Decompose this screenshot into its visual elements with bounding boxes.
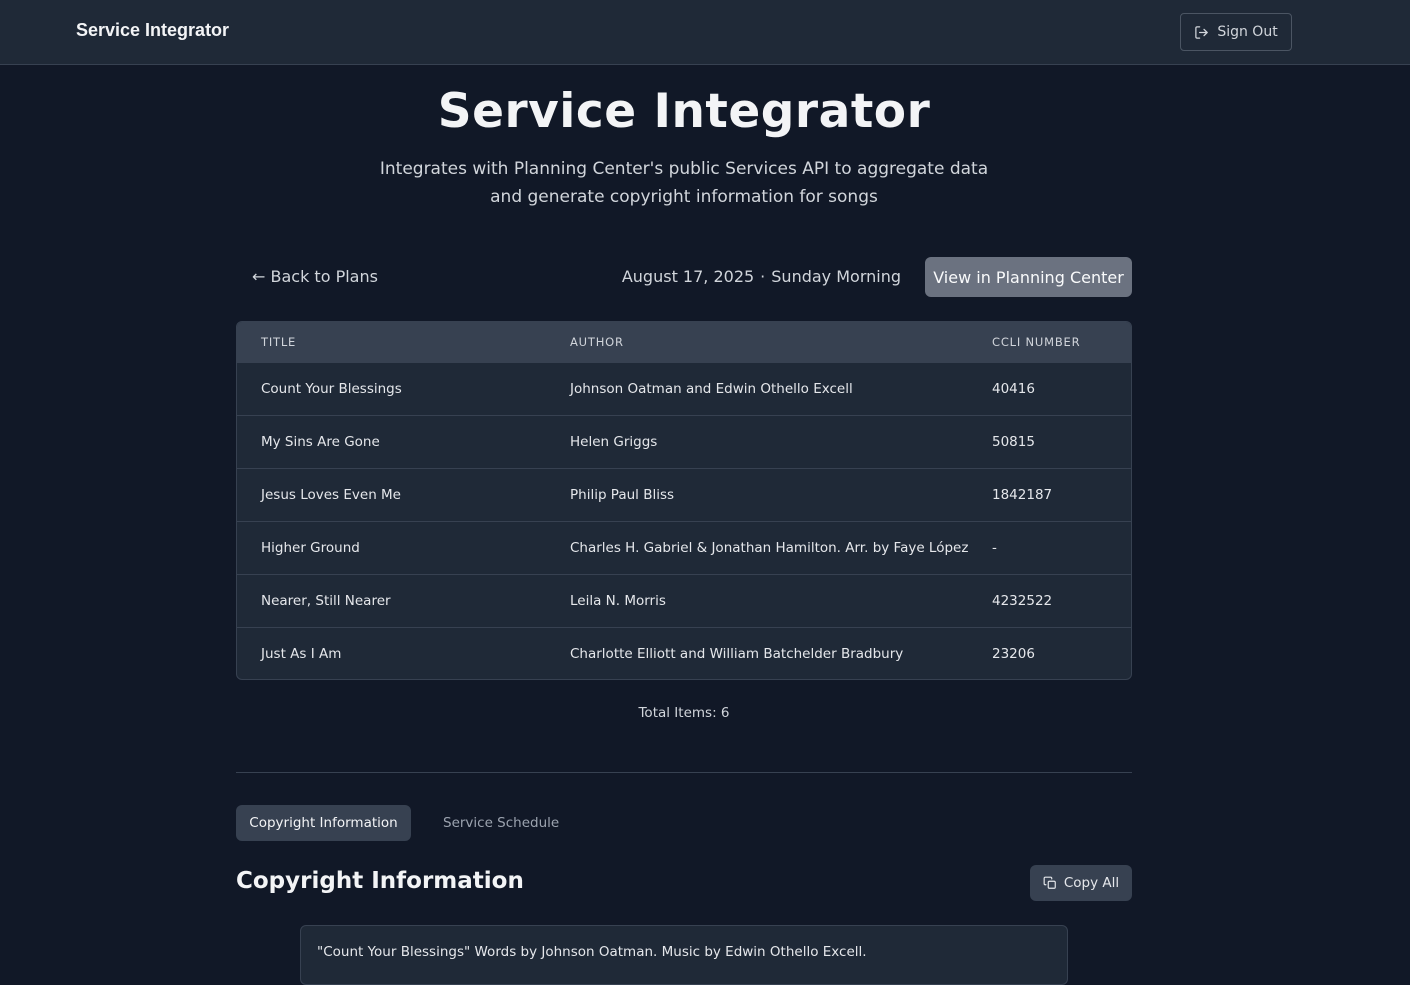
song-author: Philip Paul Bliss — [570, 486, 675, 503]
song-author: Helen Griggs — [570, 433, 658, 450]
copy-icon — [1043, 876, 1056, 889]
back-to-plans-link[interactable]: ← Back to Plans — [252, 267, 378, 286]
copy-all-button[interactable]: Copy All — [1030, 865, 1132, 901]
tab-service-schedule[interactable]: Service Schedule — [443, 805, 559, 841]
table-row: My Sins Are Gone Helen Griggs 50815 — [237, 415, 1131, 468]
song-title: My Sins Are Gone — [261, 433, 380, 450]
song-title: Nearer, Still Nearer — [261, 592, 391, 609]
table-row: Just As I Am Charlotte Elliott and Willi… — [237, 627, 1131, 679]
song-author: Johnson Oatman and Edwin Othello Excell — [570, 380, 853, 397]
song-author: Leila N. Morris — [570, 592, 666, 609]
table-row: Count Your Blessings Johnson Oatman and … — [237, 362, 1131, 415]
table-row: Higher Ground Charles H. Gabriel & Jonat… — [237, 521, 1131, 574]
sign-out-label: Sign Out — [1217, 24, 1278, 40]
song-ccli: 4232522 — [992, 592, 1053, 609]
sign-out-button[interactable]: Sign Out — [1180, 13, 1292, 51]
table-header-row: TITLE AUTHOR CCLI NUMBER — [237, 322, 1131, 362]
song-author: Charles H. Gabriel & Jonathan Hamilton. … — [570, 539, 969, 556]
top-nav-bar: Service Integrator Sign Out — [0, 0, 1410, 65]
copyright-entry: "Count Your Blessings" Words by Johnson … — [300, 925, 1068, 985]
tab-copyright-information[interactable]: Copyright Information — [236, 805, 411, 841]
song-ccli: - — [992, 539, 997, 556]
plan-service-type: Sunday Morning — [771, 267, 901, 286]
page-title: Service Integrator — [437, 84, 931, 139]
column-header-ccli: CCLI NUMBER — [992, 334, 1081, 349]
song-title: Just As I Am — [261, 645, 342, 662]
song-title: Count Your Blessings — [261, 380, 402, 397]
view-in-planning-center-button[interactable]: View in Planning Center — [925, 257, 1132, 297]
separator-dot: · — [760, 267, 766, 286]
column-header-author: AUTHOR — [570, 334, 624, 349]
table-row: Nearer, Still Nearer Leila N. Morris 423… — [237, 574, 1131, 627]
song-ccli: 23206 — [992, 645, 1035, 662]
plan-info: August 17, 2025 · Sunday Morning — [622, 267, 901, 286]
copyright-entry-text: "Count Your Blessings" Words by Johnson … — [317, 944, 867, 960]
song-ccli: 50815 — [992, 433, 1035, 450]
song-title: Jesus Loves Even Me — [261, 486, 401, 503]
copy-all-label: Copy All — [1063, 875, 1120, 891]
songs-table: TITLE AUTHOR CCLI NUMBER Count Your Bles… — [236, 321, 1132, 680]
copyright-section-title: Copyright Information — [236, 868, 524, 894]
section-divider — [236, 772, 1132, 773]
page-subtitle: Integrates with Planning Center's public… — [379, 159, 989, 207]
brand-title[interactable]: Service Integrator — [76, 20, 229, 41]
song-title: Higher Ground — [261, 539, 360, 556]
plan-date: August 17, 2025 — [621, 267, 755, 286]
song-ccli: 1842187 — [992, 486, 1053, 503]
table-row: Jesus Loves Even Me Philip Paul Bliss 18… — [237, 468, 1131, 521]
song-author: Charlotte Elliott and William Batchelder… — [570, 645, 904, 662]
sign-out-icon — [1195, 25, 1209, 39]
song-ccli: 40416 — [992, 380, 1035, 397]
total-items: Total Items: 6 — [638, 705, 730, 721]
column-header-title: TITLE — [261, 334, 297, 349]
